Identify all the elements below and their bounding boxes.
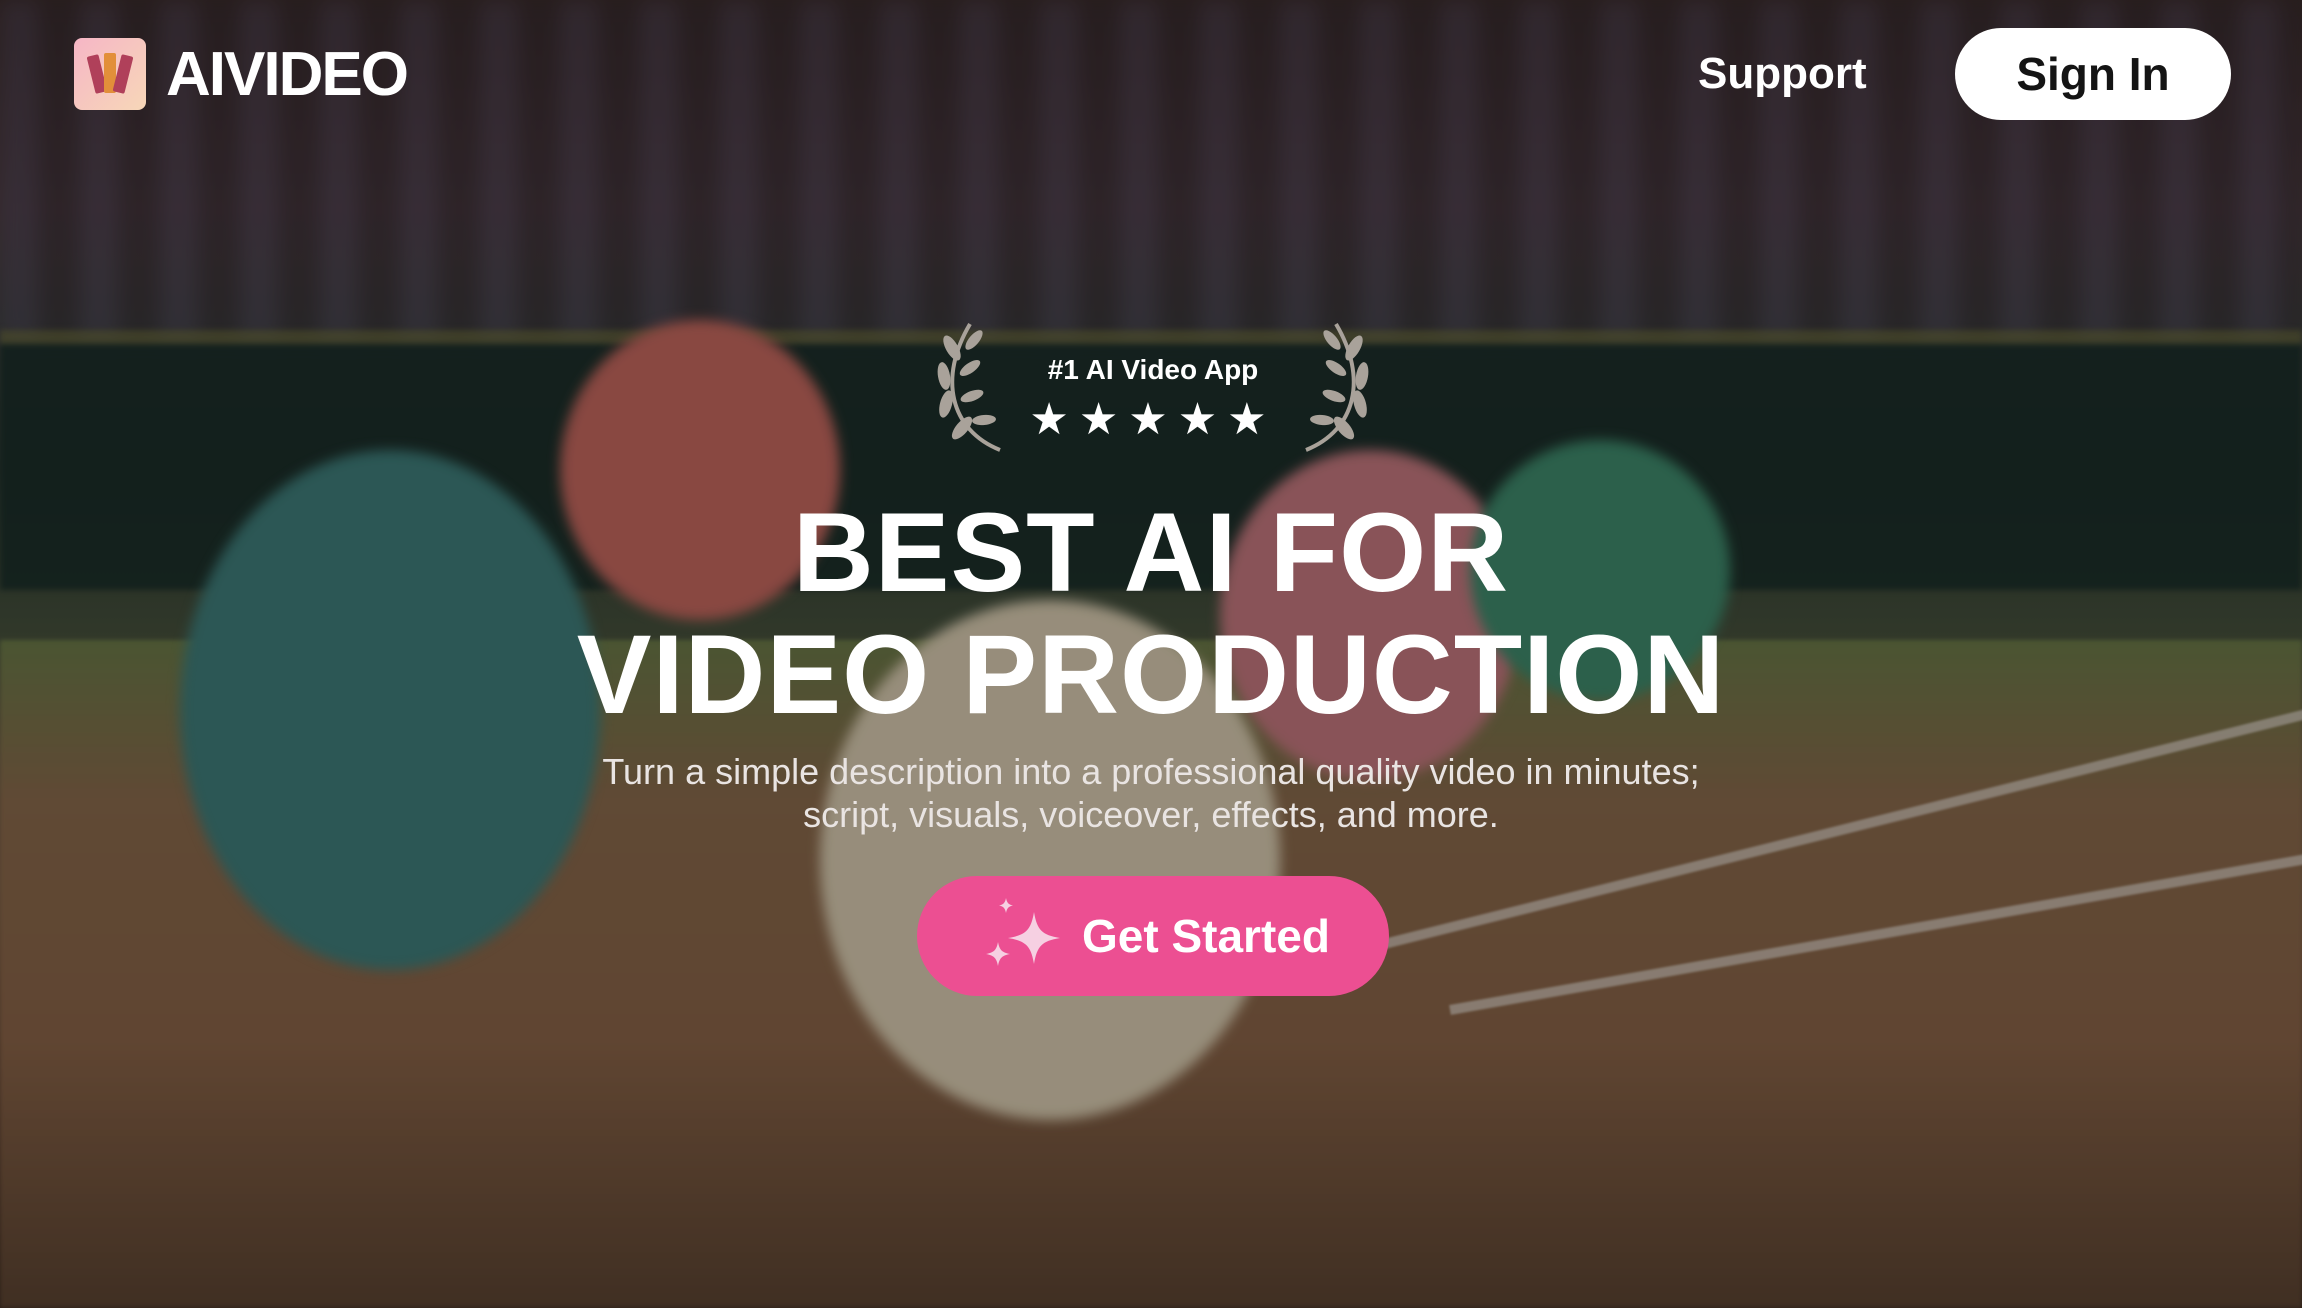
film-strip-logo-icon (74, 38, 146, 110)
brand-name: AIVIDEO (166, 39, 409, 109)
hero-subheading: Turn a simple description into a profess… (602, 751, 1700, 835)
page-title: BEST AI FOR VIDEO PRODUCTION (0, 492, 2302, 736)
headline-line-2: VIDEO PRODUCTION (576, 612, 1726, 737)
get-started-label: Get Started (1082, 910, 1330, 962)
award-text: #1 AI Video App (1047, 354, 1259, 385)
top-nav: AIVIDEO Support Sign In (0, 0, 2302, 150)
sign-in-button[interactable]: Sign In (1955, 28, 2231, 120)
sparkle-icon (986, 898, 1061, 966)
award-badge: #1 AI Video App ★★★★★ (930, 318, 1376, 456)
get-started-button[interactable]: Get Started (917, 876, 1389, 996)
headline-line-1: BEST AI FOR (792, 490, 1510, 615)
brand-logo[interactable]: AIVIDEO (74, 38, 409, 110)
hero-section: AIVIDEO Support Sign In #1 AI Video App … (0, 0, 2302, 1308)
support-link[interactable]: Support (1698, 46, 1867, 102)
star-rating-icon: ★★★★★ (1029, 395, 1277, 444)
